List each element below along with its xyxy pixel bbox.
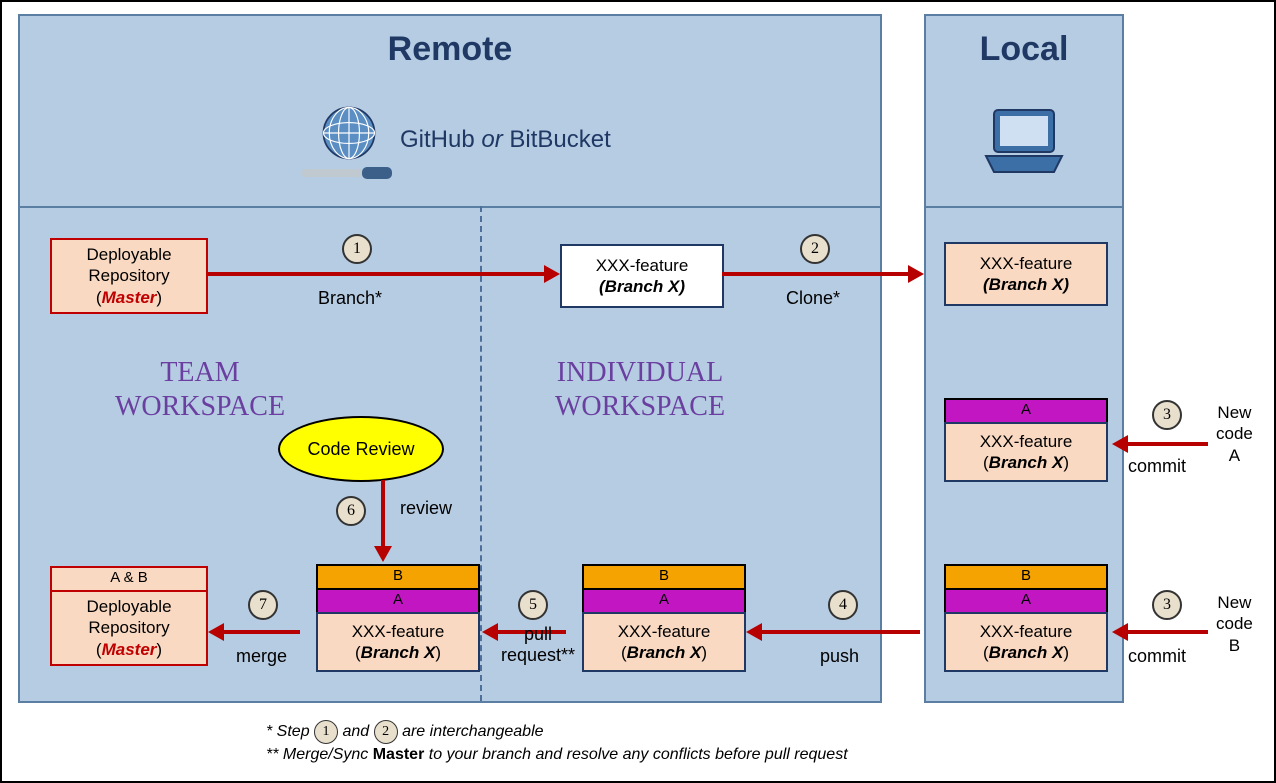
footnote-2: ** Merge/Sync Master to your branch and … — [266, 746, 848, 764]
remote-title: Remote — [20, 30, 880, 69]
laptop-icon — [982, 108, 1066, 178]
local-feature-box-1: XXX-feature (Branch X) — [944, 242, 1108, 306]
step-2: 2 — [800, 234, 830, 264]
local-feature-box-3: XXX-feature (Branch X) — [944, 612, 1108, 672]
pull-request-label: pull request** — [498, 624, 578, 666]
tool-icon — [302, 166, 396, 180]
new-code-b: New code B — [1216, 592, 1253, 656]
arrow-pull-request-head — [482, 623, 498, 641]
arrow-push — [762, 630, 920, 634]
local-body: XXX-feature (Branch X) A XXX-feature (Br… — [926, 206, 1122, 701]
local-stack-b: B — [944, 564, 1108, 590]
arrow-commit-b-head — [1112, 623, 1128, 641]
team-stack-a: A — [316, 588, 480, 614]
globe-icon — [320, 104, 378, 162]
team-stack-b: B — [316, 564, 480, 590]
individual-workspace-label: INDIVIDUAL WORKSPACE — [510, 356, 770, 423]
arrow-review — [381, 480, 385, 546]
clone-label: Clone* — [786, 288, 840, 309]
review-label: review — [400, 498, 452, 519]
indiv-stack-b: B — [582, 564, 746, 590]
merge-label: merge — [236, 646, 287, 667]
arrow-commit-b — [1128, 630, 1208, 634]
step-1: 1 — [342, 234, 372, 264]
deployable-repo-master-box: Deployable Repository (Master) — [50, 238, 208, 314]
local-feature-box-2: XXX-feature (Branch X) — [944, 422, 1108, 482]
arrow-clone — [722, 272, 908, 276]
branch-label: Branch* — [318, 288, 382, 309]
step-4: 4 — [828, 590, 858, 620]
deployable-repo-master-box-2: Deployable Repository (Master) — [50, 590, 208, 666]
new-code-a: New code A — [1216, 402, 1253, 466]
commit-a-label: commit — [1128, 456, 1186, 477]
subtitle-post: BitBucket — [503, 126, 611, 153]
diagram-canvas: Maker: Suo Tan Date: May. 9, 2017 Remote… — [0, 0, 1276, 783]
remote-panel: Remote GitHub or BitBucket T — [18, 14, 882, 703]
arrow-merge-head — [208, 623, 224, 641]
indiv-stack-a: A — [582, 588, 746, 614]
indiv-feature-box: XXX-feature (Branch X) — [582, 612, 746, 672]
step-3a: 3 — [1152, 400, 1182, 430]
arrow-review-head — [374, 546, 392, 562]
team-workspace-label: TEAM WORKSPACE — [90, 356, 310, 423]
remote-header: Remote GitHub or BitBucket — [20, 16, 880, 208]
arrow-clone-head — [908, 265, 924, 283]
local-stack-a: A — [944, 398, 1108, 424]
a-and-b-header: A & B — [50, 566, 208, 592]
commit-b-label: commit — [1128, 646, 1186, 667]
subtitle-pre: GitHub — [400, 126, 481, 153]
remote-feature-branch-box: XXX-feature (Branch X) — [560, 244, 724, 308]
local-title: Local — [926, 30, 1122, 69]
arrow-branch-head — [544, 265, 560, 283]
code-review-ellipse: Code Review — [278, 416, 444, 482]
step-3b: 3 — [1152, 590, 1182, 620]
arrow-commit-a-head — [1112, 435, 1128, 453]
step-7: 7 — [248, 590, 278, 620]
step-5: 5 — [518, 590, 548, 620]
push-label: push — [820, 646, 859, 667]
team-feature-box: XXX-feature (Branch X) — [316, 612, 480, 672]
local-panel: Local XXX-feature (Branch X) A XXX-featu… — [924, 14, 1124, 703]
local-stack-a2: A — [944, 588, 1108, 614]
arrow-commit-a — [1128, 442, 1208, 446]
arrow-push-head — [746, 623, 762, 641]
arrow-branch — [208, 272, 544, 276]
step-6: 6 — [336, 496, 366, 526]
remote-subtitle: GitHub or BitBucket — [400, 126, 611, 154]
arrow-merge — [224, 630, 300, 634]
subtitle-or: or — [481, 126, 502, 153]
local-header: Local — [926, 16, 1122, 208]
footnote-1: * Step 1 and 2 are interchangeable — [266, 720, 544, 744]
